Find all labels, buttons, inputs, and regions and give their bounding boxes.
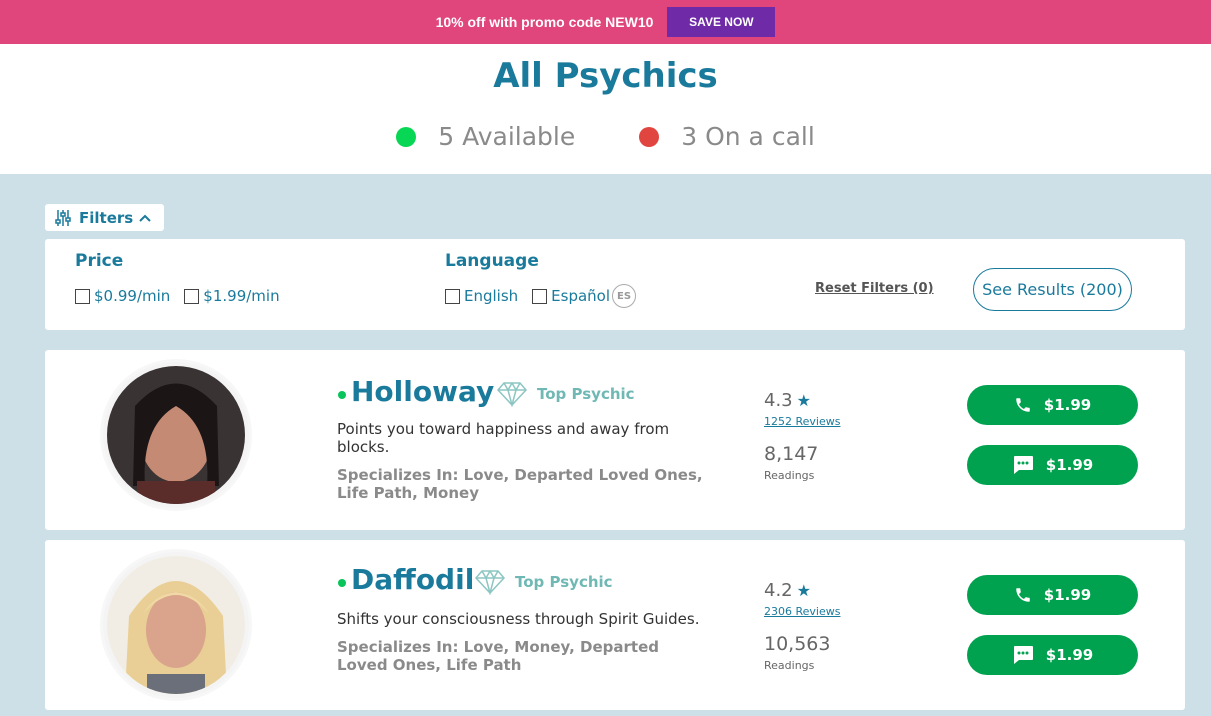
espanol-checkbox[interactable] [532, 288, 548, 304]
sliders-icon [55, 209, 71, 226]
top-psychic-badge: Top Psychic [475, 569, 613, 595]
page-header: All Psychics 5 Available 3 On a call [0, 44, 1211, 174]
call-button[interactable]: $1.99 [967, 385, 1138, 425]
see-results-button[interactable]: See Results (200) [973, 268, 1132, 311]
chat-button[interactable]: $1.99 [967, 445, 1138, 485]
psychic-tagline: Points you toward happiness and away fro… [337, 420, 670, 456]
filters-label: Filters [79, 208, 134, 227]
online-dot-icon [338, 391, 346, 399]
page-title: All Psychics [493, 56, 718, 96]
english-label[interactable]: English [464, 287, 518, 305]
price-099-checkbox[interactable] [75, 288, 90, 304]
avatar[interactable] [103, 552, 249, 698]
main-content: Filters Price $0.99/min $1.99/min Langua… [0, 174, 1211, 716]
language-filter-title: Language [445, 251, 539, 271]
rating: 4.2 ★ [764, 580, 811, 601]
chat-price: $1.99 [1045, 456, 1094, 474]
diamond-icon [475, 570, 505, 595]
es-language-badge: ES [612, 284, 637, 308]
star-icon: ★ [796, 391, 811, 410]
psychic-photo [107, 366, 245, 504]
rating-value: 4.3 [764, 390, 793, 411]
psychic-specialties: Specializes In: Love, Departed Loved One… [337, 466, 703, 502]
on-call-count: 3 On a call [681, 122, 815, 151]
availability-status: 5 Available 3 On a call [0, 122, 1211, 151]
phone-icon [1016, 588, 1030, 602]
language-filter-options: English Español ES [445, 284, 637, 308]
chat-icon [1013, 456, 1033, 474]
readings-label: Readings [764, 659, 815, 672]
chevron-up-icon [139, 214, 151, 222]
price-099-label[interactable]: $0.99/min [94, 287, 170, 305]
avatar[interactable] [103, 362, 249, 508]
call-price: $1.99 [1043, 396, 1092, 414]
psychic-photo [107, 556, 245, 694]
rating-value: 4.2 [764, 580, 793, 601]
call-button[interactable]: $1.99 [967, 575, 1138, 615]
available-dot-icon [396, 126, 417, 147]
filter-panel: Price $0.99/min $1.99/min Language Engli… [45, 239, 1185, 330]
price-199-checkbox[interactable] [184, 288, 200, 304]
on-call-status: 3 On a call [639, 122, 815, 151]
psychic-card[interactable]: Daffodil Top Psychic Shifts your conscio… [45, 540, 1185, 710]
psychic-specialties: Specializes In: Love, Money, Departed Lo… [337, 638, 660, 674]
on-call-dot-icon [639, 126, 660, 147]
psychic-name[interactable]: Holloway [351, 375, 494, 408]
reviews-link[interactable]: 2306 Reviews [764, 605, 840, 618]
reset-filters-link[interactable]: Reset Filters (0) [815, 281, 934, 296]
english-checkbox[interactable] [445, 288, 460, 304]
reviews-link[interactable]: 1252 Reviews [764, 415, 840, 428]
available-status: 5 Available [396, 122, 575, 151]
price-199-label[interactable]: $1.99/min [203, 287, 279, 305]
readings-count: 8,147 [764, 443, 819, 465]
star-icon: ★ [796, 581, 811, 600]
promo-bar: 10% off with promo code NEW10 SAVE NOW [0, 0, 1211, 44]
call-price: $1.99 [1043, 586, 1092, 604]
save-now-button[interactable]: SAVE NOW [667, 7, 776, 37]
readings-label: Readings [764, 469, 815, 482]
available-count: 5 Available [438, 122, 576, 151]
rating: 4.3 ★ [764, 390, 811, 411]
readings-count: 10,563 [764, 633, 831, 655]
top-psychic-label: Top Psychic [515, 573, 613, 591]
diamond-icon [497, 382, 527, 407]
chat-button[interactable]: $1.99 [967, 635, 1138, 675]
price-filter-title: Price [75, 251, 124, 271]
top-psychic-badge: Top Psychic [497, 381, 635, 407]
top-psychic-label: Top Psychic [537, 385, 635, 403]
psychic-name[interactable]: Daffodil [351, 563, 474, 596]
psychic-card[interactable]: Holloway Top Psychic Points you toward h… [45, 350, 1185, 530]
phone-icon [1016, 398, 1030, 412]
espanol-label[interactable]: Español [551, 287, 610, 305]
chat-icon [1013, 646, 1033, 664]
psychic-tagline: Shifts your consciousness through Spirit… [337, 610, 700, 628]
online-dot-icon [338, 579, 346, 587]
filters-toggle-button[interactable]: Filters [45, 204, 164, 231]
chat-price: $1.99 [1045, 646, 1094, 664]
price-filter-options: $0.99/min $1.99/min [75, 287, 294, 305]
promo-text: 10% off with promo code NEW10 [435, 14, 654, 30]
